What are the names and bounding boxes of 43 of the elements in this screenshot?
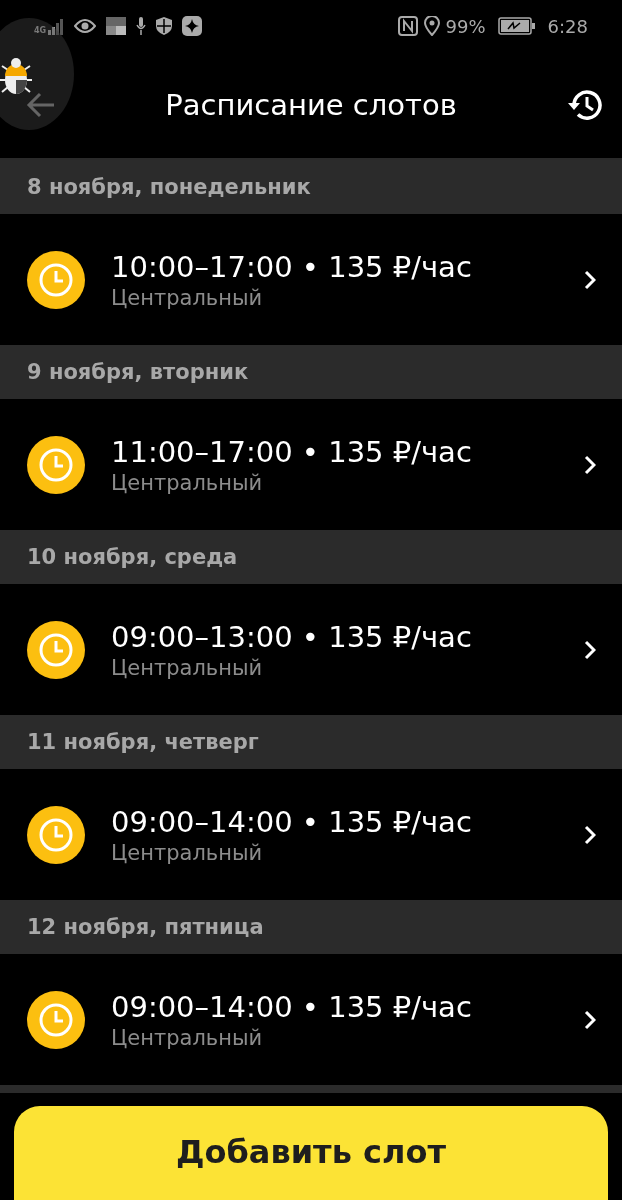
slot-time-price: 09:00–14:00 • 135 ₽/час bbox=[111, 804, 473, 839]
add-slot-button[interactable]: Добавить слот bbox=[14, 1106, 608, 1200]
slot-location: Центральный bbox=[111, 655, 264, 680]
shield-icon bbox=[156, 17, 173, 35]
slot-time-price: 11:00–17:00 • 135 ₽/час bbox=[111, 434, 473, 469]
slot-location: Центральный bbox=[111, 1025, 264, 1050]
history-icon bbox=[566, 88, 602, 122]
eye-icon bbox=[74, 18, 97, 34]
network-label: 4G bbox=[34, 27, 47, 35]
clock-icon bbox=[27, 805, 85, 864]
clock-time: 6:28 bbox=[547, 15, 588, 37]
date-heading: 12 ноября, пятница bbox=[27, 915, 264, 939]
history-button[interactable] bbox=[566, 88, 602, 122]
screen-icon bbox=[106, 17, 127, 35]
app-icon bbox=[182, 16, 203, 36]
nfc-icon bbox=[397, 16, 418, 36]
back-arrow-icon bbox=[26, 92, 56, 118]
chevron-right-icon bbox=[584, 1009, 596, 1030]
back-button[interactable] bbox=[26, 92, 56, 118]
slot-time-price: 09:00–13:00 • 135 ₽/час bbox=[111, 619, 473, 654]
location-icon bbox=[423, 16, 440, 36]
slot-time-price: 09:00–14:00 • 135 ₽/час bbox=[111, 989, 473, 1024]
clock-icon bbox=[27, 990, 85, 1049]
clock-icon bbox=[27, 250, 85, 309]
slot-location: Центральный bbox=[111, 470, 264, 495]
date-heading: 9 ноября, вторник bbox=[27, 360, 249, 384]
date-heading: 8 ноября, понедельник bbox=[27, 175, 311, 199]
microphone-icon bbox=[136, 17, 147, 35]
signal-icon bbox=[48, 17, 65, 35]
screen-title: Расписание слотов bbox=[164, 88, 458, 122]
slot-location: Центральный bbox=[111, 285, 264, 310]
date-heading: 11 ноября, четверг bbox=[27, 730, 259, 754]
clock-icon bbox=[27, 620, 85, 679]
chevron-right-icon bbox=[584, 824, 596, 845]
battery-percent: 99% bbox=[445, 15, 486, 37]
battery-icon bbox=[497, 17, 536, 35]
chevron-right-icon bbox=[584, 639, 596, 660]
clock-icon bbox=[27, 435, 85, 494]
date-heading: 10 ноября, среда bbox=[27, 545, 238, 569]
slot-time-price: 10:00–17:00 • 135 ₽/час bbox=[111, 249, 473, 284]
chevron-right-icon bbox=[584, 269, 596, 290]
slot-location: Центральный bbox=[111, 840, 264, 865]
chevron-right-icon bbox=[584, 454, 596, 475]
